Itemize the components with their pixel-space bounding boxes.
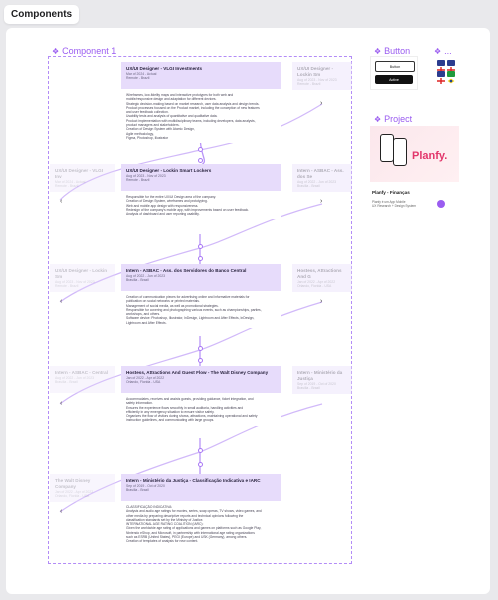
chevron-left-icon[interactable]: ‹ <box>60 298 62 305</box>
card-location: Orlando, Florida - USA <box>55 494 90 499</box>
project-title: Planfy - Finanças <box>372 190 410 195</box>
phone-mockup-icon <box>380 134 394 162</box>
card-line: Lightroom and After Effects. <box>126 320 167 325</box>
card-line: Analysis and audio age ratings for movie… <box>126 509 262 514</box>
project-thumbnail[interactable]: Planfy. <box>370 126 459 182</box>
card-title: The Walt Disney Company <box>55 478 91 489</box>
project-frame-label[interactable]: ❖ Project <box>374 114 412 124</box>
outline-button[interactable]: Button <box>375 61 415 72</box>
experience-card-disney[interactable]: Hostess, Attractions And Guest Flow - Th… <box>121 366 281 426</box>
card-title: UX/UI Designer - Lockin Sm <box>297 66 333 77</box>
flow-node[interactable] <box>198 358 203 363</box>
card-location: Remote - Brazil <box>126 178 150 183</box>
experience-card-ministerio[interactable]: Intern - Ministério da Justiça - Classif… <box>121 474 281 547</box>
flow-node[interactable] <box>198 462 203 467</box>
card-location: Orlando, Florida - USA <box>126 380 161 385</box>
chevron-right-icon[interactable]: › <box>320 198 322 205</box>
prev-card-preview[interactable]: UX/UI Designer - Lockin Sm Aug of 2023 - … <box>50 264 115 292</box>
active-button[interactable]: Active <box>375 75 413 84</box>
card-title: Hostess, Attractions And G <box>297 268 342 279</box>
chevron-left-icon[interactable]: ‹ <box>60 508 62 515</box>
uk-flag-icon[interactable] <box>446 60 456 74</box>
flags-frame-name: ... <box>444 46 452 56</box>
flow-node[interactable] <box>198 346 203 351</box>
next-card-preview[interactable]: Intern - Ministério da Justiça Sep of 201… <box>292 366 352 394</box>
card-location: Brasília - Brazil <box>297 184 320 189</box>
prev-card-preview[interactable]: The Walt Disney Company Jan of 2022 - Apr… <box>50 474 115 502</box>
prev-card-preview[interactable]: UX/UI Designer - VLGI Inv Mar of 2024 - A… <box>50 164 115 192</box>
project-desc-line: UX Research + Design System <box>372 204 417 208</box>
flow-node[interactable] <box>198 158 203 163</box>
card-line: Analysis of dashboard and user reporting… <box>126 212 200 217</box>
flow-node[interactable] <box>198 147 203 152</box>
avatar[interactable] <box>437 200 445 208</box>
card-location: Remote - Brazil <box>55 184 79 189</box>
card-location: Orlando, Florida - USA <box>297 284 332 289</box>
prev-card-preview[interactable]: Intern - ASBAC - Central Aug of 2022 - Ju… <box>50 366 115 393</box>
card-line: Creation of templates of analysis for ne… <box>126 539 199 544</box>
flow-node[interactable] <box>198 256 203 261</box>
project-description: Planfy é um App Mobile UX Research + Des… <box>372 200 432 208</box>
experience-card-vlgi[interactable]: UX/UI Designer - VLGI Investments Mar of… <box>121 62 281 144</box>
uk-flag-icon[interactable] <box>436 60 446 74</box>
project-frame-name: Project <box>384 114 413 124</box>
component-icon: ❖ <box>374 114 382 124</box>
next-card-preview[interactable]: Hostess, Attractions And G Jan of 2022 - … <box>292 264 352 292</box>
card-title: UX/UI Designer - VLGI Inv <box>55 168 103 179</box>
card-location: Remote - Brazil <box>297 82 321 87</box>
button-frame-name: Button <box>384 46 411 56</box>
chevron-right-icon[interactable]: › <box>320 100 322 107</box>
card-location: Brasília - Brazil <box>55 380 78 385</box>
chevron-left-icon[interactable]: ‹ <box>60 198 62 205</box>
phone-mockup-icon <box>393 138 407 166</box>
component-icon: ❖ <box>374 46 382 56</box>
experience-card-lockin[interactable]: UX/UI Designer - Lockin Smart Lockers Au… <box>121 164 281 220</box>
flags-frame-label[interactable]: ❖ ... <box>434 46 452 56</box>
project-logo-text: Planfy. <box>412 150 448 162</box>
button-frame-label[interactable]: ❖ Button <box>374 46 410 56</box>
card-line: instruction guidelines, and communicatin… <box>126 418 215 423</box>
chevron-left-icon[interactable]: ‹ <box>60 400 62 407</box>
card-location: Remote - Brazil <box>126 76 150 81</box>
card-title: Intern - ASBAC - Ass. dos Se <box>297 168 344 179</box>
chevron-right-icon[interactable]: › <box>320 298 322 305</box>
brazil-flag-icon[interactable] <box>447 71 455 84</box>
component-icon: ❖ <box>434 46 442 56</box>
card-location: Remote - Brazil <box>55 284 79 289</box>
card-line: Figma, Photoshop, Illustrator <box>126 135 169 140</box>
uk-flag-icon[interactable] <box>436 71 446 85</box>
next-card-preview[interactable]: Intern - ASBAC - Ass. dos Se Aug of 2022 … <box>292 164 352 192</box>
card-location: Brasília - Brazil <box>126 488 149 493</box>
button-component-frame[interactable]: Button Active <box>370 56 418 90</box>
card-title: UX/UI Designer - Lockin Sm <box>55 268 108 279</box>
card-location: Brasília - Brazil <box>126 278 149 283</box>
card-location: Brasília - Brazil <box>297 386 320 391</box>
next-card-preview[interactable]: UX/UI Designer - Lockin Sm Aug of 2023 - … <box>292 62 352 90</box>
card-title: Intern - Ministério da Justiça <box>297 370 343 381</box>
experience-card-asbac[interactable]: Intern - ASBAC - Ass. dos Servidores do … <box>121 264 281 329</box>
flow-node[interactable] <box>198 448 203 453</box>
flow-node[interactable] <box>198 244 203 249</box>
